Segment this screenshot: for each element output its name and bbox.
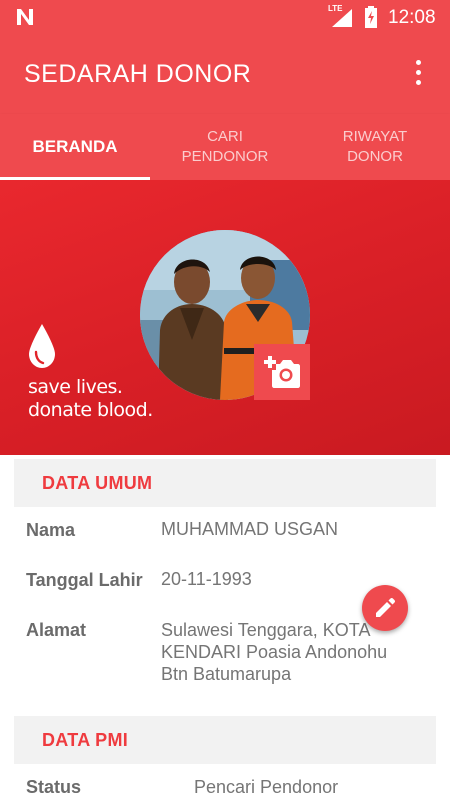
label-alamat: Alamat	[26, 620, 87, 640]
label-nama: Nama	[26, 520, 76, 540]
more-vert-icon[interactable]	[406, 58, 430, 88]
signal-icon	[332, 9, 352, 27]
app-bar: SEDARAH DONOR	[0, 34, 450, 114]
section-title: DATA UMUM	[42, 473, 153, 493]
value-alamat-line-1: Sulawesi Tenggara, KOTA	[161, 620, 371, 640]
status-bar: LTE 12:08	[0, 0, 450, 34]
value-alamat-line-3: Btn Batumarupa	[161, 664, 292, 684]
battery-charging-icon	[365, 6, 377, 28]
slogan-line-1: save lives.	[28, 376, 123, 398]
label-status: Status	[26, 777, 82, 797]
tab-bar: BERANDA CARI PENDONOR RIWAYAT DONOR	[0, 114, 450, 180]
tab-label: BERANDA	[32, 137, 118, 156]
section-header-data-pmi: DATA PMI	[14, 716, 436, 764]
tab-label: CARI PENDONOR	[181, 128, 269, 165]
tab-beranda[interactable]: BERANDA	[0, 114, 150, 180]
android-n-icon	[17, 9, 33, 25]
app-title: SEDARAH DONOR	[24, 60, 252, 88]
tab-label: RIWAYAT DONOR	[342, 128, 408, 165]
value-status: Pencari Pendonor	[194, 777, 339, 797]
add-photo-icon	[264, 356, 300, 388]
label-tanggal-lahir: Tanggal Lahir	[26, 570, 143, 590]
edit-icon	[376, 597, 396, 617]
value-tanggal-lahir: 20-11-1993	[161, 569, 252, 589]
section-title: DATA PMI	[42, 730, 129, 750]
tab-riwayat-donor[interactable]: RIWAYAT DONOR	[300, 114, 450, 180]
tab-cari-pendonor[interactable]: CARI PENDONOR	[150, 114, 300, 180]
slogan-line-2: donate blood.	[28, 399, 153, 421]
section-header-data-umum: DATA UMUM	[14, 459, 436, 507]
blood-drop-icon	[29, 324, 55, 368]
clock: 12:08	[388, 7, 436, 28]
value-nama: MUHAMMAD USGAN	[161, 519, 339, 539]
edit-profile-button[interactable]	[362, 585, 408, 631]
value-alamat-line-2: KENDARI Poasia Andonohu	[161, 642, 388, 662]
add-photo-button[interactable]	[254, 344, 310, 400]
